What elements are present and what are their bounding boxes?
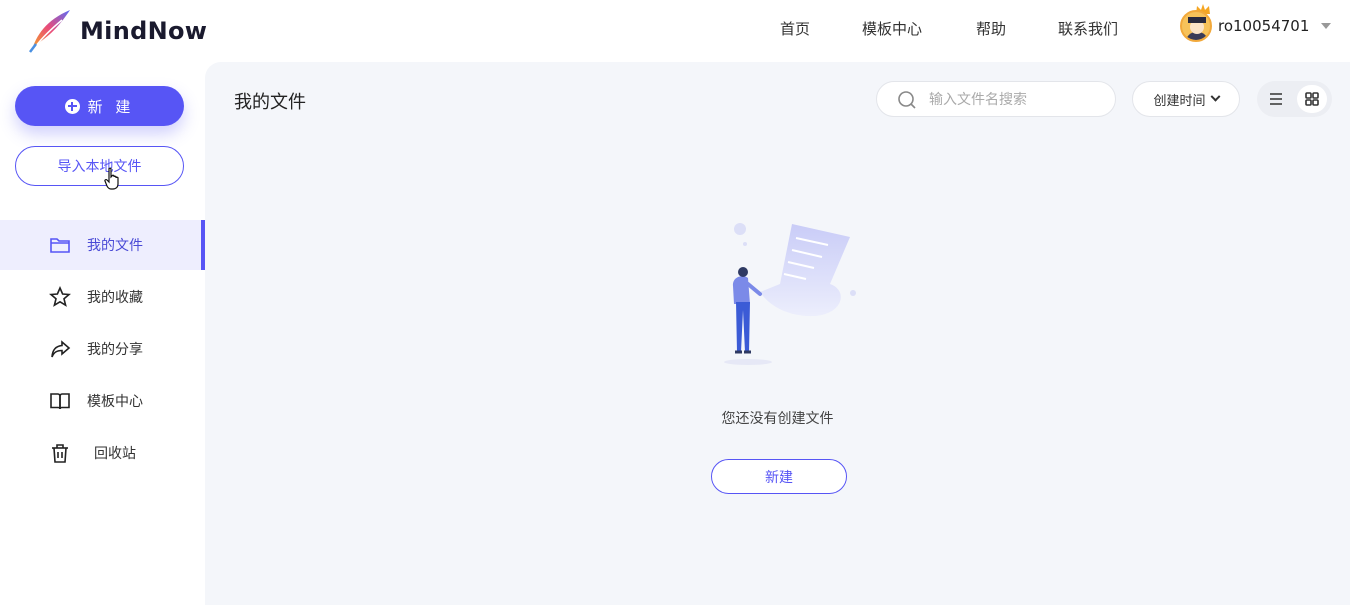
sidebar-item-label: 我的收藏: [87, 290, 143, 306]
trash-icon: [52, 444, 68, 463]
sidebar-menu: 我的文件 我的收藏 我的分享 模板中心 回收站: [0, 220, 205, 480]
book-icon: [50, 393, 70, 410]
nav-home[interactable]: 首页: [780, 18, 810, 39]
sort-label: 创建时间: [1153, 93, 1206, 109]
sidebar-item-label: 回收站: [94, 446, 136, 462]
hand-cursor-icon: [104, 167, 119, 190]
quill-logo-icon: [29, 10, 70, 53]
empty-state-illustration: [724, 223, 856, 365]
sidebar-item-label: 我的分享: [87, 342, 143, 358]
brand-name: MindNow: [80, 17, 208, 45]
main-content: 我的文件 创建时间: [205, 62, 1350, 605]
new-button[interactable]: 新 建: [15, 86, 184, 126]
sidebar-item-my-files[interactable]: 我的文件: [0, 220, 205, 270]
sidebar: 新 建 导入本地文件 我的文件 我的收藏 我的分享 模板中心 回收站: [0, 62, 205, 605]
avatar[interactable]: [1180, 10, 1212, 42]
user-menu[interactable]: ro10054701: [1180, 10, 1332, 42]
grid-view-button[interactable]: [1297, 85, 1327, 113]
sidebar-item-favorites[interactable]: 我的收藏: [0, 272, 205, 322]
new-button-label: 新 建: [87, 97, 135, 116]
plus-circle-icon: [64, 98, 80, 114]
empty-state-message: 您还没有创建文件: [721, 411, 834, 427]
empty-new-button[interactable]: 新建: [711, 459, 847, 494]
sidebar-item-label: 我的文件: [87, 238, 143, 254]
grid-icon: [1305, 92, 1319, 106]
sidebar-item-label: 模板中心: [87, 394, 143, 410]
star-icon: [49, 286, 71, 307]
nav-templates[interactable]: 模板中心: [862, 18, 922, 39]
chevron-down-icon: [1210, 91, 1220, 102]
list-view-button[interactable]: [1261, 85, 1291, 113]
nav-contact[interactable]: 联系我们: [1058, 18, 1118, 39]
sidebar-item-templates[interactable]: 模板中心: [0, 376, 205, 426]
search-icon: [898, 91, 916, 109]
view-toggle: [1257, 81, 1332, 117]
username[interactable]: ro10054701: [1218, 17, 1309, 35]
search-input[interactable]: [929, 90, 1099, 110]
share-icon: [51, 340, 71, 358]
list-icon: [1270, 93, 1282, 105]
folder-icon: [50, 238, 70, 253]
top-header: MindNow 首页 模板中心 帮助 联系我们 ro10054701: [0, 0, 1350, 62]
sort-dropdown[interactable]: 创建时间: [1132, 81, 1240, 117]
nav-help[interactable]: 帮助: [976, 18, 1006, 39]
import-local-file-button[interactable]: 导入本地文件: [15, 146, 184, 186]
logo[interactable]: MindNow: [26, 8, 207, 54]
sidebar-item-trash[interactable]: 回收站: [0, 428, 205, 478]
dropdown-caret-icon[interactable]: [1321, 23, 1332, 29]
search-box[interactable]: [876, 81, 1116, 117]
sidebar-item-shares[interactable]: 我的分享: [0, 324, 205, 374]
page-title: 我的文件: [234, 92, 306, 113]
